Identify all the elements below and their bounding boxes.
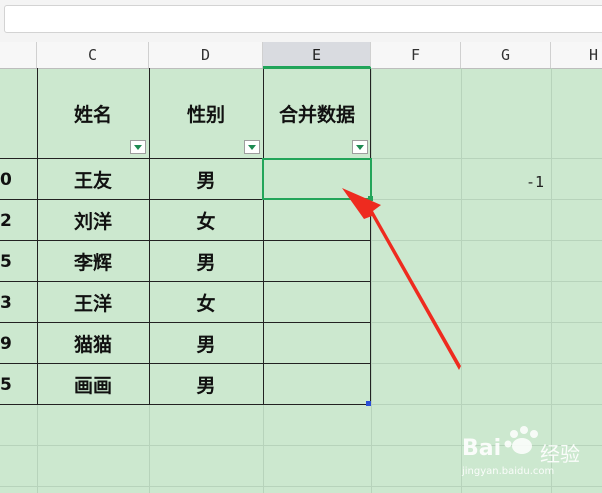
red-arrow-icon [342,188,461,370]
baidu-watermark: Bai 经验 jingyan.baidu.com [460,424,600,484]
watermark-brand-cn: 经验 [540,442,580,466]
watermark-url: jingyan.baidu.com [462,466,555,477]
watermark-brand: Bai [462,436,502,461]
